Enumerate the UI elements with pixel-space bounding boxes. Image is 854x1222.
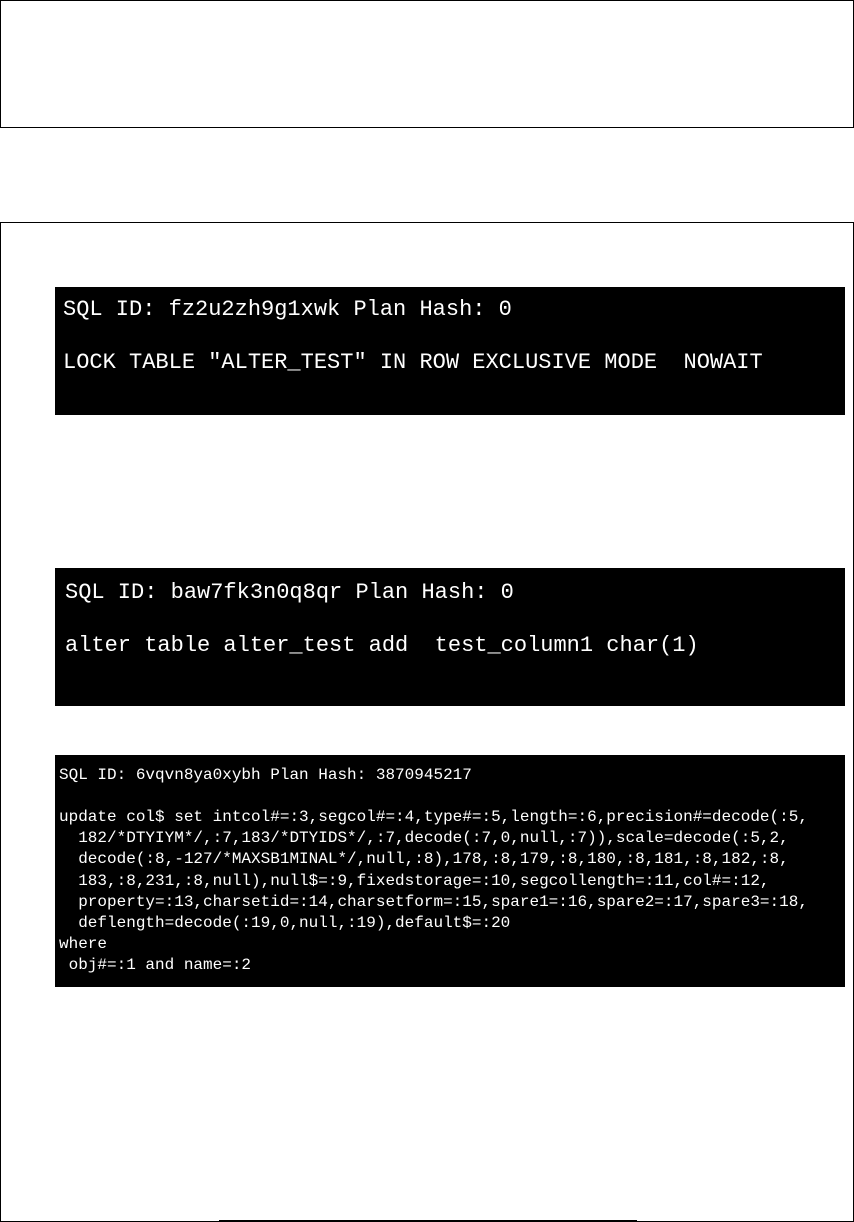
terminal-1-line-2: LOCK TABLE "ALTER_TEST" IN ROW EXCLUSIVE…: [63, 350, 763, 375]
terminal-block-2: SQL ID: baw7fk3n0q8qr Plan Hash: 0 alter…: [55, 568, 845, 706]
terminal-3-line-6: property=:13,charsetid=:14,charsetform=:…: [59, 893, 808, 911]
terminal-2-line-2: alter table alter_test add test_column1 …: [65, 633, 699, 658]
terminal-2-line-1: SQL ID: baw7fk3n0q8qr Plan Hash: 0: [65, 580, 514, 605]
terminal-3-line-1: SQL ID: 6vqvn8ya0xybh Plan Hash: 3870945…: [59, 766, 472, 784]
terminal-3-line-2: update col$ set intcol#=:3,segcol#=:4,ty…: [59, 808, 808, 826]
terminal-3-line-7: deflength=decode(:19,0,null,:19),default…: [59, 914, 510, 932]
terminal-1-line-1: SQL ID: fz2u2zh9g1xwk Plan Hash: 0: [63, 297, 512, 322]
bottom-divider: [219, 1220, 637, 1221]
terminal-3-line-4: decode(:8,-127/*MAXSB1MINAL*/,null,:8),1…: [59, 850, 789, 868]
terminal-block-3: SQL ID: 6vqvn8ya0xybh Plan Hash: 3870945…: [55, 755, 845, 987]
terminal-3-line-8: where: [59, 935, 107, 953]
terminal-block-1: SQL ID: fz2u2zh9g1xwk Plan Hash: 0 LOCK …: [55, 287, 845, 415]
top-empty-box: [0, 0, 854, 128]
main-content-box: SQL ID: fz2u2zh9g1xwk Plan Hash: 0 LOCK …: [0, 222, 854, 1222]
terminal-3-line-5: 183,:8,231,:8,null),null$=:9,fixedstorag…: [59, 872, 770, 890]
terminal-3-line-3: 182/*DTYIYM*/,:7,183/*DTYIDS*/,:7,decode…: [59, 829, 789, 847]
terminal-3-line-9: obj#=:1 and name=:2: [59, 956, 251, 974]
